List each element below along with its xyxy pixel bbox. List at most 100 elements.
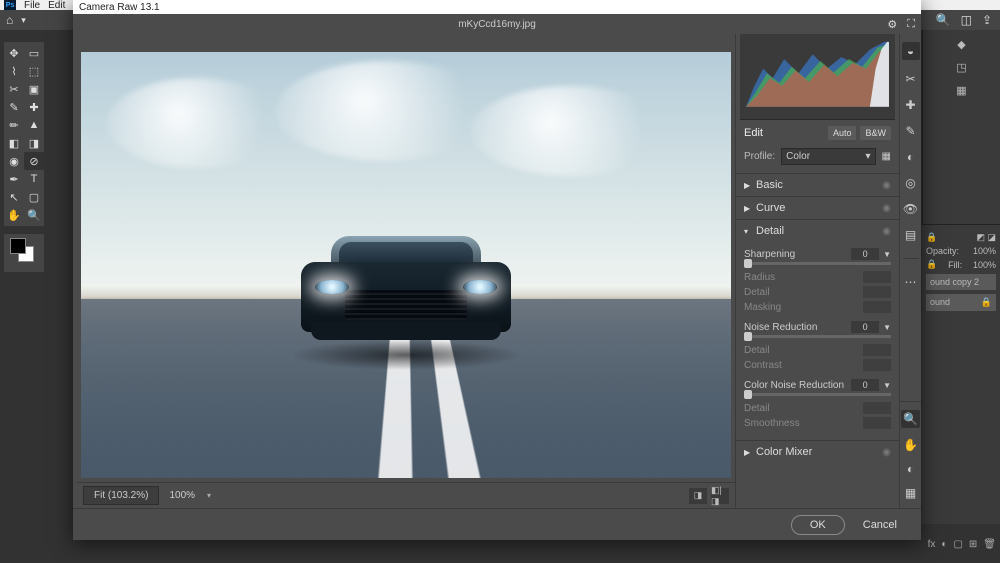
fill-value[interactable]: 100%: [973, 260, 996, 270]
selection-tool-icon[interactable]: ⬚: [24, 62, 44, 80]
edit-title: Edit: [744, 127, 763, 139]
share-icon[interactable]: ⇪: [982, 13, 992, 27]
lock-icon[interactable]: 🔒: [926, 232, 937, 243]
radial-icon[interactable]: ◎: [905, 176, 915, 190]
section-detail[interactable]: ▾ Detail ◉: [736, 220, 899, 242]
pen-tool-icon[interactable]: ✒: [4, 170, 24, 188]
more-icon[interactable]: ⋯: [905, 275, 917, 289]
histogram[interactable]: [740, 34, 895, 120]
new-layer-icon[interactable]: ⊞: [969, 539, 977, 555]
fx-icon[interactable]: fx: [928, 539, 936, 555]
disclosure-icon[interactable]: ▼: [883, 323, 891, 332]
eye-icon[interactable]: ◉: [882, 226, 891, 237]
marquee-tool-icon[interactable]: ▭: [24, 44, 44, 62]
sharpening-value[interactable]: 0: [851, 248, 879, 260]
preset-icon[interactable]: ▤: [905, 228, 916, 242]
lasso-tool-icon[interactable]: ⌇: [4, 62, 24, 80]
crop-icon[interactable]: ✂: [905, 72, 915, 86]
zoom-icon[interactable]: 🔍: [901, 410, 920, 428]
zoom-100-button[interactable]: 100%: [159, 487, 205, 504]
home-icon[interactable]: ⌂: [6, 13, 13, 27]
brush-icon[interactable]: ✎: [905, 124, 915, 138]
search-icon[interactable]: 🔍: [936, 13, 951, 27]
zoom-fit-button[interactable]: Fit (103.2%): [83, 486, 159, 505]
masking-value[interactable]: [863, 301, 891, 313]
heal-icon[interactable]: ✚: [905, 98, 915, 112]
cn-smooth-value[interactable]: [863, 417, 891, 429]
crop-tool-icon[interactable]: ✂: [4, 80, 24, 98]
menu-edit[interactable]: Edit: [48, 0, 65, 11]
menu-file[interactable]: File: [24, 0, 40, 11]
profile-browser-icon[interactable]: ▦: [882, 151, 891, 162]
dodge-tool-icon[interactable]: ⊘: [24, 152, 44, 170]
chevron-down-icon[interactable]: ▾: [207, 491, 211, 500]
profile-select[interactable]: Color▾: [781, 148, 875, 165]
eye-icon[interactable]: ◉: [882, 180, 891, 191]
eyedropper-tool-icon[interactable]: ✎: [4, 98, 24, 116]
section-basic[interactable]: ▶ Basic ◉: [736, 174, 899, 196]
gradient-tool-icon[interactable]: ◨: [24, 134, 44, 152]
chevron-down-icon[interactable]: ▾: [21, 15, 26, 26]
edit-icon[interactable]: ◒: [902, 42, 920, 60]
opacity-value[interactable]: 100%: [973, 246, 996, 256]
compare-icon[interactable]: ◨: [689, 488, 707, 504]
mask-icon[interactable]: ◐: [941, 539, 947, 555]
profile-label: Profile:: [744, 151, 775, 162]
layer-item[interactable]: ound copy 2: [926, 274, 996, 290]
shape-tool-icon[interactable]: ▢: [24, 188, 44, 206]
nr-contrast-value[interactable]: [863, 359, 891, 371]
color-noise-value[interactable]: 0: [851, 379, 879, 391]
bw-button[interactable]: B&W: [860, 126, 891, 140]
nr-detail-value[interactable]: [863, 344, 891, 356]
eraser-tool-icon[interactable]: ◧: [4, 134, 24, 152]
lock-row-icon[interactable]: 🔒: [926, 259, 937, 270]
disclosure-icon[interactable]: ▼: [883, 250, 891, 259]
brush-tool-icon[interactable]: ✏: [4, 116, 24, 134]
image-preview[interactable]: [81, 52, 731, 478]
noise-reduction-value[interactable]: 0: [851, 321, 879, 333]
disclosure-icon[interactable]: ▼: [883, 381, 891, 390]
healing-tool-icon[interactable]: ✚: [24, 98, 44, 116]
eye-icon[interactable]: ◉: [882, 203, 891, 214]
hand-tool-icon[interactable]: ✋: [4, 206, 24, 224]
hand-icon[interactable]: ✋: [903, 438, 918, 452]
stamp-tool-icon[interactable]: ▲: [24, 116, 44, 134]
noise-reduction-slider[interactable]: [744, 335, 891, 338]
gear-icon[interactable]: ⚙: [887, 18, 897, 31]
frame-tool-icon[interactable]: ▣: [24, 80, 44, 98]
layer-item[interactable]: ound🔒: [926, 294, 996, 311]
ok-button[interactable]: OK: [791, 515, 845, 535]
workspace-icon[interactable]: ◫: [961, 13, 972, 27]
foreground-color-swatch[interactable]: [10, 238, 26, 254]
type-tool-icon[interactable]: T: [24, 170, 44, 188]
section-color-mixer[interactable]: ▶ Color Mixer ◉: [736, 441, 899, 463]
section-label: Detail: [756, 225, 784, 237]
fullscreen-icon[interactable]: ⛶: [907, 18, 915, 31]
panel-icon[interactable]: ▦: [956, 84, 966, 97]
folder-icon[interactable]: ▢: [953, 539, 962, 555]
panel-icon[interactable]: ◳: [956, 61, 966, 74]
camera-raw-window: Camera Raw 13.1 mKyCcd16my.jpg ⚙ ⛶: [73, 0, 921, 540]
cancel-button[interactable]: Cancel: [857, 516, 903, 534]
zoom-tool-icon[interactable]: 🔍: [24, 206, 44, 224]
eye-icon[interactable]: ◉: [882, 447, 891, 458]
section-curve[interactable]: ▶ Curve ◉: [736, 197, 899, 219]
cn-detail-value[interactable]: [863, 402, 891, 414]
sharpening-slider[interactable]: [744, 262, 891, 265]
color-swatches[interactable]: [4, 234, 44, 272]
auto-button[interactable]: Auto: [828, 126, 857, 140]
trash-icon[interactable]: 🗑: [983, 539, 996, 555]
gradient-icon[interactable]: ◐: [907, 150, 914, 164]
redeye-icon[interactable]: 👁: [903, 202, 918, 216]
grid-icon[interactable]: ▦: [905, 486, 916, 500]
layer-icons[interactable]: ◩ ◪: [976, 232, 996, 243]
move-tool-icon[interactable]: ✥: [4, 44, 24, 62]
path-tool-icon[interactable]: ↖: [4, 188, 24, 206]
radius-value[interactable]: [863, 271, 891, 283]
toggle-icon[interactable]: ◐: [907, 462, 914, 476]
panel-icon[interactable]: ◆: [957, 38, 965, 51]
split-view-icon[interactable]: ◧|◨: [711, 488, 729, 504]
color-noise-slider[interactable]: [744, 393, 891, 396]
detail-value[interactable]: [863, 286, 891, 298]
blur-tool-icon[interactable]: ◉: [4, 152, 24, 170]
